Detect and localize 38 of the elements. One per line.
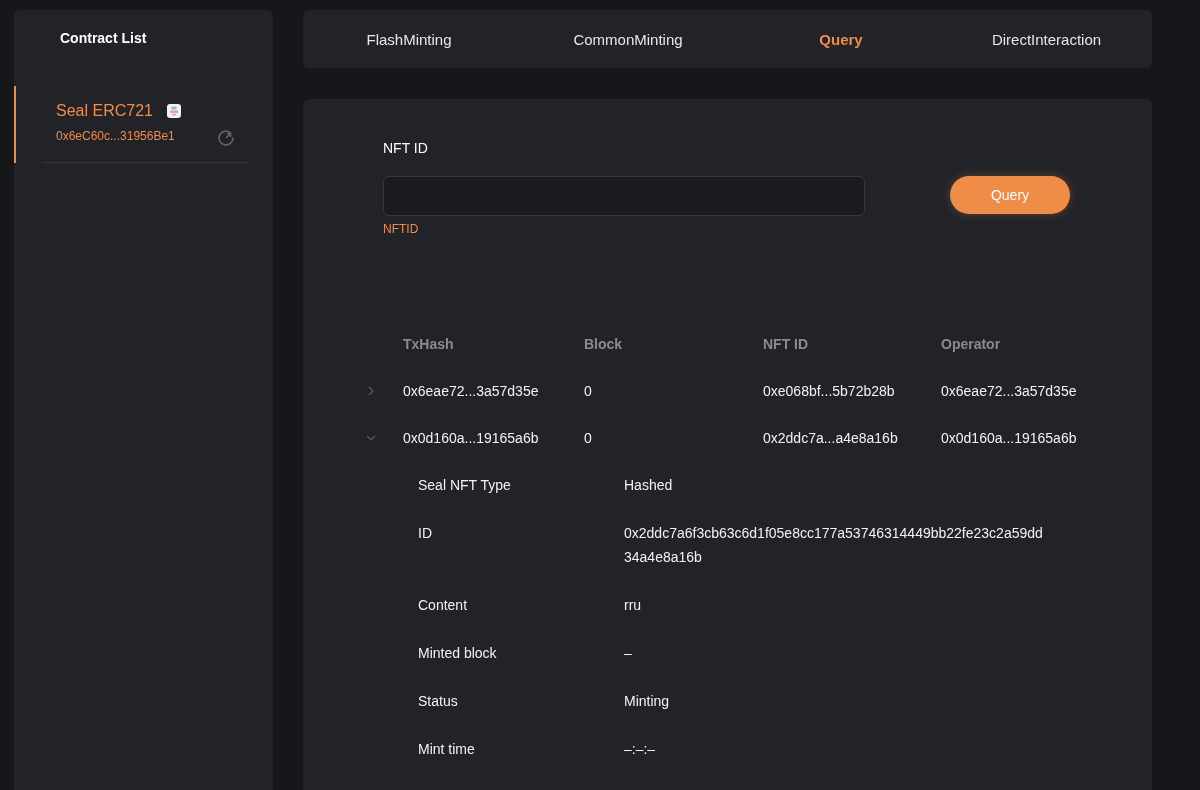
refresh-icon[interactable] bbox=[217, 129, 235, 147]
detail-value: – bbox=[624, 644, 633, 663]
tab[interactable]: DirectInteraction bbox=[989, 26, 1104, 52]
table-cell: 0x0d160a...19165a6b bbox=[941, 429, 1077, 446]
tab[interactable]: Query bbox=[817, 26, 865, 52]
table-cell: 0x0d160a...19165a6b bbox=[403, 429, 539, 446]
contract-item[interactable]: Seal ERC721 0x6eC60c...31956Be1 bbox=[14, 86, 273, 163]
detail-value: –:–:– bbox=[624, 740, 657, 759]
stamp-icon bbox=[166, 104, 181, 118]
detail-label: Seal NFT Type bbox=[418, 476, 511, 495]
detail-label: Minted block bbox=[418, 644, 497, 663]
table-cell: 0 bbox=[584, 429, 592, 446]
table-cell: 0x6eae72...3a57d35e bbox=[403, 382, 539, 399]
table-cell: 0xe068bf...5b72b28b bbox=[763, 382, 895, 399]
detail-label: Content bbox=[418, 596, 468, 615]
sidebar-title: Contract List bbox=[59, 29, 147, 47]
tab[interactable]: CommonMinting bbox=[571, 26, 685, 52]
nft-id-input[interactable] bbox=[383, 176, 865, 216]
column-header: Operator bbox=[941, 335, 1001, 352]
field-label: NFT ID bbox=[383, 139, 428, 158]
tab[interactable]: FlashMinting bbox=[364, 26, 454, 52]
input-hint: NFTID bbox=[383, 221, 419, 237]
detail-value: rru bbox=[624, 596, 643, 615]
detail-value: Hashed bbox=[624, 476, 674, 495]
table-cell: 0x6eae72...3a57d35e bbox=[941, 382, 1077, 399]
detail-value: Minting bbox=[624, 692, 671, 711]
contract-name: Seal ERC721 bbox=[56, 101, 153, 121]
detail-label: Mint time bbox=[418, 740, 475, 759]
detail-label: Status bbox=[418, 692, 458, 711]
table-cell: 0 bbox=[584, 382, 592, 399]
detail-label: ID bbox=[418, 524, 432, 543]
column-header: NFT ID bbox=[763, 335, 809, 352]
chevron-right-icon[interactable] bbox=[366, 385, 376, 396]
table-cell: 0x2ddc7a...a4e8a16b bbox=[763, 429, 898, 446]
detail-value: 0x2ddc7a6f3cb63c6d1f05e8cc177a53746314449bb22fe23c2a59dd34a4e8a16b bbox=[624, 524, 1044, 567]
column-header: Block bbox=[584, 335, 623, 352]
column-header: TxHash bbox=[403, 335, 454, 352]
contract-address: 0x6eC60c...31956Be1 bbox=[56, 128, 175, 144]
